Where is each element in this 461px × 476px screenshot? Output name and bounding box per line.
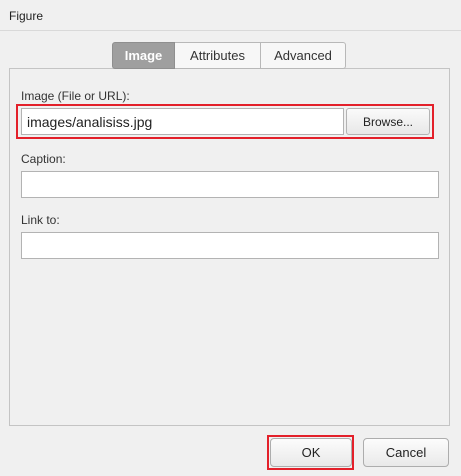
tab-image[interactable]: Image [112,42,175,69]
ok-button[interactable]: OK [270,438,352,467]
figure-dialog: Figure Image Attributes Advanced Image (… [0,0,461,476]
link-field-label: Link to: [21,213,60,227]
link-input[interactable] [21,232,439,259]
image-path-input[interactable] [21,108,344,135]
image-field-label: Image (File or URL): [21,89,130,103]
title-bar: Figure [0,0,461,31]
cancel-button[interactable]: Cancel [363,438,449,467]
browse-button[interactable]: Browse... [346,108,430,135]
caption-input[interactable] [21,171,439,198]
tab-attributes[interactable]: Attributes [175,42,261,69]
tab-advanced[interactable]: Advanced [261,42,346,69]
dialog-title: Figure [9,9,44,23]
caption-field-label: Caption: [21,152,66,166]
tab-bar: Image Attributes Advanced [112,42,346,69]
